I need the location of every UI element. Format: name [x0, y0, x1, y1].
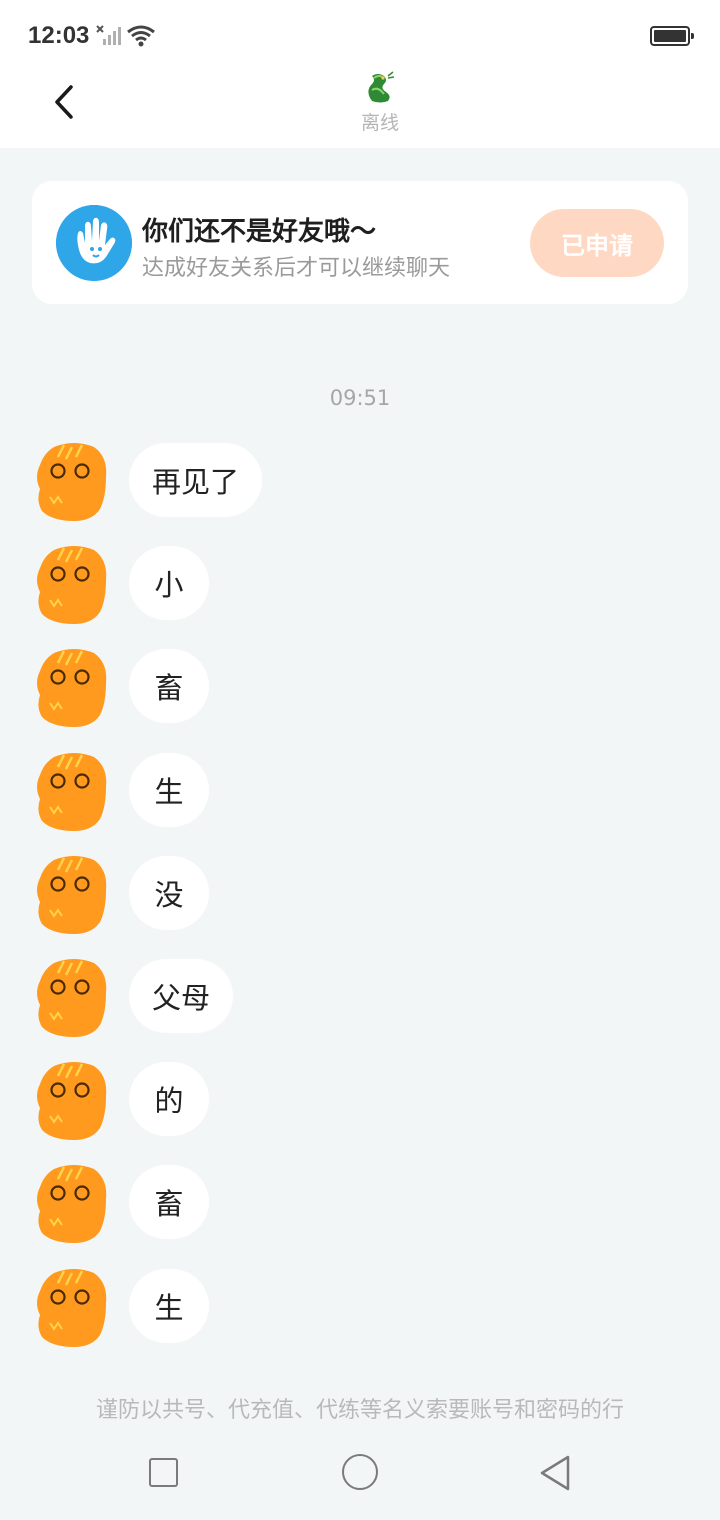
chat-screen: 12:03 离线 你们还不是好友哦～ 达成好友关系后才可以继续聊天 已申请 09…	[0, 0, 720, 1520]
avatar[interactable]	[34, 544, 110, 626]
avatar[interactable]	[34, 957, 110, 1039]
message-row: 畜	[0, 647, 720, 750]
applied-button[interactable]: 已申请	[530, 209, 664, 277]
waving-hand-icon	[56, 205, 132, 281]
message-row: 父母	[0, 957, 720, 1060]
online-status: 离线	[360, 112, 399, 134]
chat-timestamp: 09:51	[329, 386, 391, 410]
chat-header: 离线	[0, 68, 720, 148]
home-icon[interactable]	[342, 1454, 378, 1490]
message-row: 小	[0, 544, 720, 647]
recent-apps-icon[interactable]	[149, 1458, 178, 1487]
message-bubble[interactable]: 的	[129, 1062, 209, 1137]
message-bubble[interactable]: 生	[129, 1268, 209, 1343]
friend-request-card: 你们还不是好友哦～ 达成好友关系后才可以继续聊天 已申请	[32, 181, 688, 304]
message-row: 再见了	[0, 441, 720, 544]
message-bubble[interactable]: 父母	[129, 958, 234, 1033]
system-nav-bar	[0, 1423, 720, 1520]
message-list: 再见了 小 畜 生 没 父母 的 畜 生	[0, 441, 720, 1370]
battery-icon	[650, 26, 694, 46]
message-bubble[interactable]: 畜	[129, 1165, 209, 1240]
message-row: 没	[0, 854, 720, 957]
message-bubble[interactable]: 没	[129, 855, 209, 930]
dragon-icon	[368, 71, 395, 103]
message-bubble[interactable]: 再见了	[129, 443, 263, 517]
avatar[interactable]	[34, 854, 110, 936]
scam-warning-text: 谨防以共号、代充值、代练等名义索要账号和密码的行	[95, 1398, 624, 1423]
avatar[interactable]	[34, 751, 110, 833]
message-row: 的	[0, 1060, 720, 1163]
message-bubble[interactable]: 小	[129, 546, 209, 621]
signal-off-icon	[96, 25, 121, 45]
wifi-icon	[127, 25, 155, 47]
message-row: 生	[0, 1267, 720, 1370]
status-bar: 12:03	[0, 0, 720, 68]
avatar[interactable]	[34, 441, 110, 523]
back-triangle-icon[interactable]	[538, 1454, 572, 1492]
card-subtitle: 达成好友关系后才可以继续聊天	[142, 256, 451, 281]
card-title: 你们还不是好友哦～	[142, 217, 377, 247]
avatar[interactable]	[34, 1267, 110, 1349]
message-row: 畜	[0, 1163, 720, 1266]
status-time: 12:03	[28, 22, 90, 49]
avatar[interactable]	[34, 1163, 110, 1245]
message-bubble[interactable]: 生	[129, 752, 209, 827]
avatar[interactable]	[34, 647, 110, 729]
message-row: 生	[0, 751, 720, 854]
message-bubble[interactable]: 畜	[129, 649, 209, 724]
avatar[interactable]	[34, 1060, 110, 1142]
